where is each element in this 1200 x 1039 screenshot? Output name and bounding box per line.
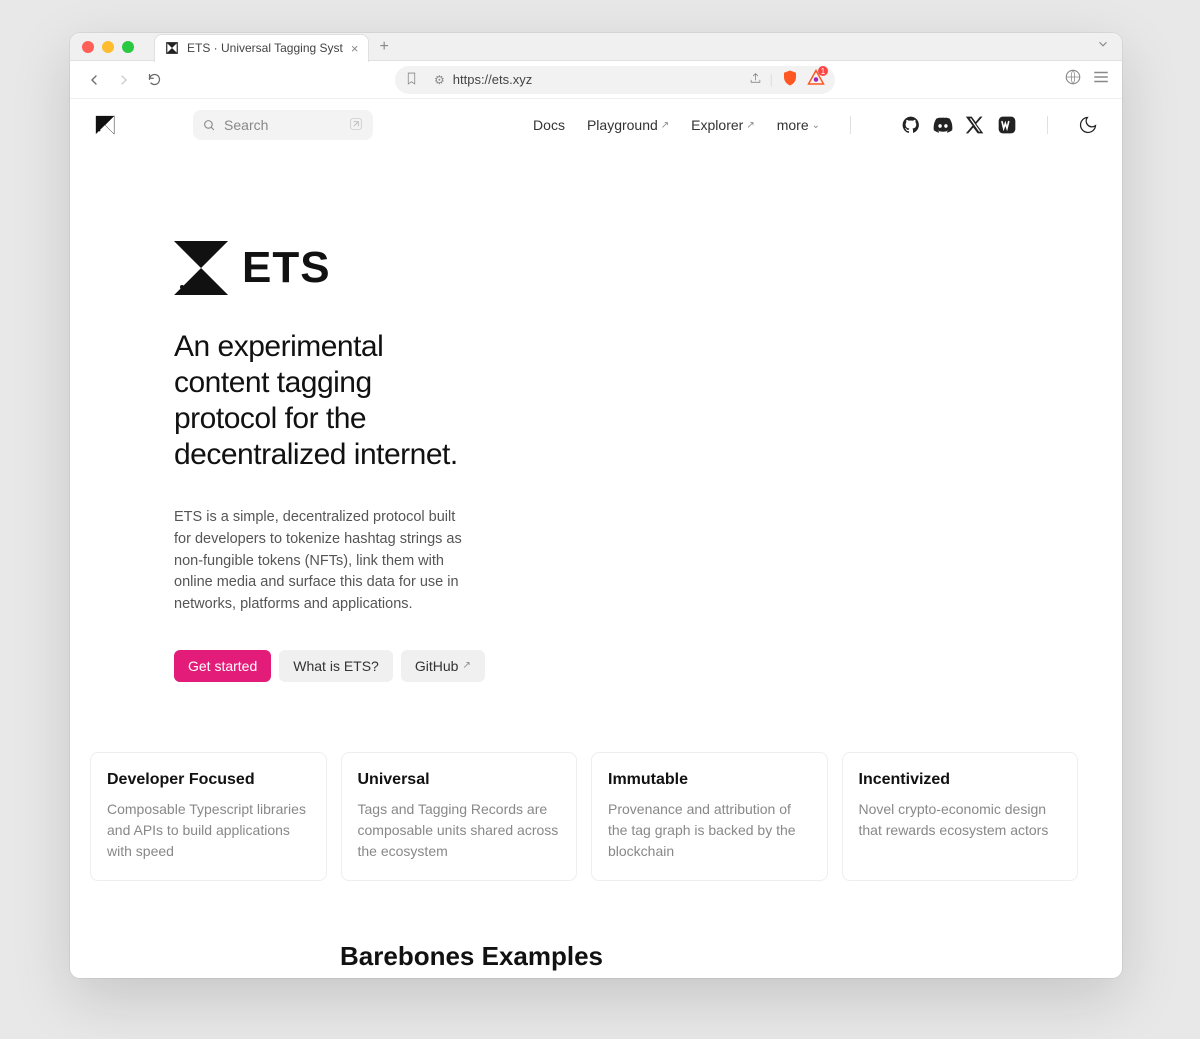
- titlebar: ETS · Universal Tagging Syst × +: [70, 33, 1122, 61]
- tab-title: ETS · Universal Tagging Syst: [187, 41, 343, 55]
- extension-icon[interactable]: [1064, 68, 1082, 91]
- feature-card: Universal Tags and Tagging Records are c…: [341, 752, 578, 881]
- nav-more[interactable]: more⌄: [777, 117, 820, 133]
- what-is-ets-button[interactable]: What is ETS?: [279, 650, 393, 682]
- menu-icon[interactable]: [1092, 68, 1110, 91]
- back-button[interactable]: [82, 68, 106, 92]
- tab-favicon: [165, 41, 179, 55]
- search-input[interactable]: Search: [193, 110, 373, 140]
- feature-title: Universal: [358, 771, 561, 789]
- new-tab-button[interactable]: +: [379, 38, 388, 56]
- external-link-icon: ↗: [661, 120, 669, 131]
- hero-logo-text: ETS: [242, 243, 331, 293]
- share-icon[interactable]: [749, 72, 762, 88]
- feature-card: Immutable Provenance and attribution of …: [591, 752, 828, 881]
- search-placeholder: Search: [224, 117, 268, 133]
- feature-title: Incentivized: [859, 771, 1062, 789]
- site-settings-icon[interactable]: ⚙: [434, 73, 445, 87]
- hero-description: ETS is a simple, decentralized protocol …: [174, 507, 474, 616]
- nav-explorer[interactable]: Explorer↗: [691, 117, 755, 133]
- site-logo-icon[interactable]: [94, 114, 116, 136]
- site-nav: Docs Playground↗ Explorer↗ more⌄: [533, 117, 820, 133]
- examples-section: Barebones Examples Create Tagging Record…: [340, 941, 840, 978]
- site-viewport: Search Docs Playground↗ Explorer↗ more⌄: [70, 99, 1122, 978]
- theme-toggle-icon[interactable]: [1078, 115, 1098, 135]
- search-shortcut-icon: [349, 117, 363, 134]
- site-header: Search Docs Playground↗ Explorer↗ more⌄: [70, 99, 1122, 151]
- feature-title: Developer Focused: [107, 771, 310, 789]
- x-icon[interactable]: [965, 115, 985, 135]
- nav-docs[interactable]: Docs: [533, 117, 565, 133]
- hero-buttons: Get started What is ETS? GitHub↗: [174, 650, 1098, 682]
- addressbar[interactable]: ⚙ https://ets.xyz | 1: [395, 66, 835, 94]
- window-minimize-button[interactable]: [102, 41, 114, 53]
- feature-card: Incentivized Novel crypto-economic desig…: [842, 752, 1079, 881]
- feature-desc: Novel crypto-economic design that reward…: [859, 799, 1062, 841]
- feature-grid: Developer Focused Composable Typescript …: [90, 752, 1078, 881]
- url-text: https://ets.xyz: [453, 72, 741, 87]
- browser-window: ETS · Universal Tagging Syst × + ⚙ https…: [70, 33, 1122, 978]
- traffic-lights: [82, 41, 134, 53]
- get-started-button[interactable]: Get started: [174, 650, 271, 682]
- nav-divider: [850, 116, 851, 134]
- reload-button[interactable]: [142, 68, 166, 92]
- nav-divider: [1047, 116, 1048, 134]
- discord-icon[interactable]: [933, 115, 953, 135]
- window-maximize-button[interactable]: [122, 41, 134, 53]
- github-icon[interactable]: [901, 115, 921, 135]
- brave-shield-icon[interactable]: [781, 69, 799, 90]
- tab-close-button[interactable]: ×: [351, 41, 359, 56]
- hero-logo-icon: [174, 241, 228, 295]
- examples-title: Barebones Examples: [340, 941, 840, 972]
- hero: ETS An experimental content tagging prot…: [70, 151, 1122, 978]
- hero-logo: ETS: [174, 241, 1098, 295]
- brave-rewards-icon[interactable]: 1: [807, 69, 825, 90]
- toolbar-divider: |: [770, 72, 773, 87]
- github-button[interactable]: GitHub↗: [401, 650, 485, 682]
- feature-desc: Composable Typescript libraries and APIs…: [107, 799, 310, 862]
- feature-desc: Provenance and attribution of the tag gr…: [608, 799, 811, 862]
- bookmark-icon[interactable]: [405, 72, 418, 88]
- warpcast-icon[interactable]: [997, 115, 1017, 135]
- browser-tab[interactable]: ETS · Universal Tagging Syst ×: [154, 34, 369, 62]
- browser-toolbar: ⚙ https://ets.xyz | 1: [70, 61, 1122, 99]
- chevron-down-icon: ⌄: [812, 120, 820, 131]
- feature-card: Developer Focused Composable Typescript …: [90, 752, 327, 881]
- forward-button[interactable]: [112, 68, 136, 92]
- nav-playground[interactable]: Playground↗: [587, 117, 669, 133]
- tabs-dropdown-icon[interactable]: [1096, 37, 1110, 56]
- window-close-button[interactable]: [82, 41, 94, 53]
- hero-heading: An experimental content tagging protocol…: [174, 329, 474, 473]
- search-icon: [203, 119, 216, 132]
- external-link-icon: ↗: [746, 120, 754, 131]
- feature-title: Immutable: [608, 771, 811, 789]
- external-link-icon: ↗: [462, 660, 470, 671]
- feature-desc: Tags and Tagging Records are composable …: [358, 799, 561, 862]
- social-links: [901, 115, 1017, 135]
